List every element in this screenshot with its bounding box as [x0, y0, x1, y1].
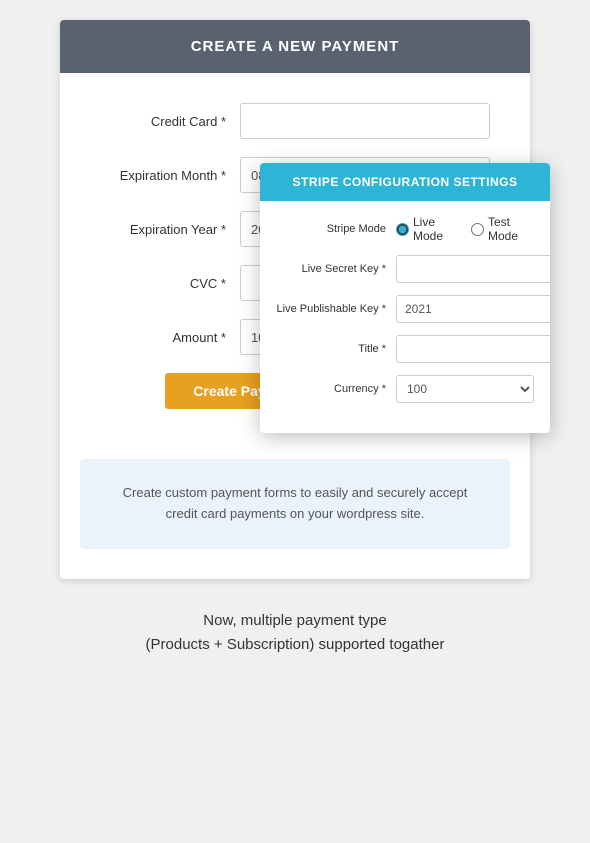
- stripe-mode-radio-group: Live Mode Test Mode: [396, 215, 534, 243]
- bottom-text-line1: Now, multiple payment type: [80, 609, 510, 633]
- live-secret-key-label: Live Secret Key *: [276, 263, 396, 275]
- expiration-month-label: Expiration Month *: [100, 168, 240, 183]
- card-header: CREATE A NEW PAYMENT: [60, 20, 530, 73]
- currency-label: Currency *: [276, 383, 396, 395]
- cvc-label: CVC *: [100, 276, 240, 291]
- title-field-input[interactable]: [396, 335, 550, 363]
- stripe-modal: STRIPE CONFIGURATION SETTINGS Stripe Mod…: [260, 163, 550, 433]
- title-field-label: Title *: [276, 343, 396, 355]
- currency-row: Currency * 100 USD EUR GBP: [276, 375, 534, 403]
- stripe-mode-row: Stripe Mode Live Mode Test Mode: [276, 215, 534, 243]
- card-title: CREATE A NEW PAYMENT: [191, 38, 400, 55]
- amount-label: Amount *: [100, 330, 240, 345]
- stripe-modal-header: STRIPE CONFIGURATION SETTINGS: [260, 163, 550, 201]
- title-field-row: Title *: [276, 335, 534, 363]
- stripe-mode-label: Stripe Mode: [276, 223, 396, 235]
- info-box: Create custom payment forms to easily an…: [80, 459, 510, 549]
- live-publishable-key-label: Live Publishable Key *: [276, 303, 396, 315]
- live-mode-label: Live Mode: [413, 215, 459, 243]
- expiration-year-label: Expiration Year *: [100, 222, 240, 237]
- live-secret-key-row: Live Secret Key *: [276, 255, 534, 283]
- test-mode-radio[interactable]: [471, 223, 484, 236]
- credit-card-label: Credit Card *: [100, 114, 240, 129]
- credit-card-input[interactable]: [240, 103, 490, 139]
- live-secret-key-input[interactable]: [396, 255, 550, 283]
- live-publishable-key-input[interactable]: [396, 295, 550, 323]
- live-mode-radio[interactable]: [396, 223, 409, 236]
- info-box-text: Create custom payment forms to easily an…: [123, 485, 468, 521]
- main-card: CREATE A NEW PAYMENT Credit Card * Expir…: [60, 20, 530, 579]
- card-body: Credit Card * Expiration Month * Expirat…: [60, 73, 530, 459]
- test-mode-label: Test Mode: [488, 215, 534, 243]
- bottom-text: Now, multiple payment type (Products + S…: [60, 609, 530, 657]
- credit-card-row: Credit Card *: [100, 103, 490, 139]
- stripe-modal-title: STRIPE CONFIGURATION SETTINGS: [293, 175, 518, 189]
- test-mode-option[interactable]: Test Mode: [471, 215, 534, 243]
- currency-select[interactable]: 100 USD EUR GBP: [396, 375, 534, 403]
- bottom-text-line2: (Products + Subscription) supported toga…: [80, 633, 510, 657]
- stripe-modal-body: Stripe Mode Live Mode Test Mode: [260, 201, 550, 433]
- live-publishable-key-row: Live Publishable Key *: [276, 295, 534, 323]
- live-mode-option[interactable]: Live Mode: [396, 215, 459, 243]
